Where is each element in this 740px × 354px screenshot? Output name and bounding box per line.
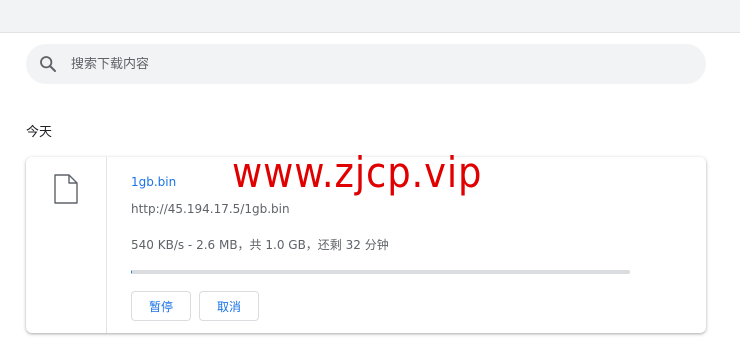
file-icon [54,174,78,204]
file-url[interactable]: http://45.194.17.5/1gb.bin [131,202,290,216]
cancel-button[interactable]: 取消 [199,291,259,321]
date-group-label: 今天 [26,125,53,140]
watermark-text: www.zjcp.vip [232,148,483,197]
search-input[interactable] [71,56,631,72]
file-name-link[interactable]: 1gb.bin [131,175,176,189]
pause-button[interactable]: 暂停 [131,291,191,321]
download-progress-fill [131,270,133,274]
top-toolbar [0,0,740,33]
download-status: 540 KB/s - 2.6 MB，共 1.0 GB，还剩 32 分钟 [131,238,389,252]
file-icon-column [26,157,107,333]
search-icon [39,55,57,73]
search-bar[interactable] [26,44,706,84]
download-progress-bar [131,270,630,274]
